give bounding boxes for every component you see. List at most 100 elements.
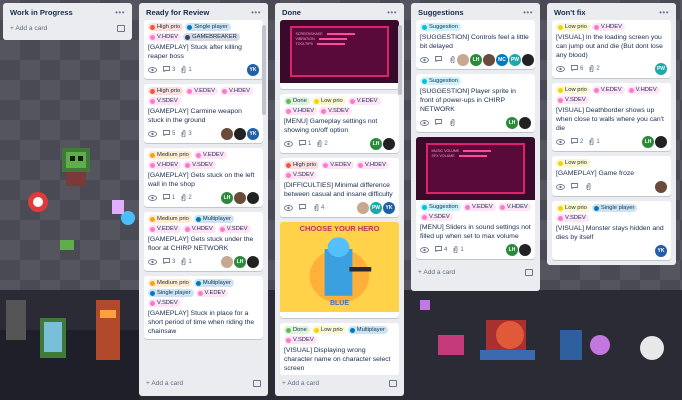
member-avatar[interactable]: YK bbox=[247, 128, 259, 140]
card[interactable]: High prio V.EDEV V.HDEV V.SDEV [GAMEPLAY] Ca… bbox=[144, 84, 263, 143]
member-avatar[interactable] bbox=[234, 128, 246, 140]
add-card-button[interactable]: + Add a card bbox=[275, 375, 404, 393]
card-label[interactable]: V.EDEV bbox=[193, 151, 227, 159]
card-label[interactable]: V.HDEV bbox=[591, 23, 625, 31]
card-label[interactable]: Low prio bbox=[311, 97, 346, 105]
member-avatar[interactable]: YK bbox=[383, 202, 395, 214]
card-label[interactable]: V.SDEV bbox=[148, 97, 181, 105]
card-template-icon[interactable] bbox=[389, 379, 397, 387]
card-template-icon[interactable] bbox=[525, 268, 533, 276]
card-label[interactable]: Done bbox=[284, 97, 310, 105]
list-menu-icon[interactable]: ••• bbox=[523, 8, 533, 17]
card-label[interactable]: V.SDEV bbox=[420, 213, 453, 221]
member-avatar[interactable]: LH bbox=[506, 244, 518, 256]
card-label[interactable]: Medium prio bbox=[148, 215, 192, 223]
card[interactable]: Done Low prio V.EDEV V.HDEV V.SDEV [MENU] Gam… bbox=[280, 94, 399, 153]
card[interactable]: Suggestion [SUGGESTION] Player sprite in … bbox=[416, 74, 535, 132]
list-menu-icon[interactable]: ••• bbox=[659, 8, 669, 17]
card-label[interactable]: V.HDEV bbox=[626, 86, 660, 94]
add-card-button[interactable]: + Add a card bbox=[411, 264, 540, 282]
card-label[interactable]: V.HDEV bbox=[355, 161, 389, 169]
member-avatar[interactable]: LH bbox=[370, 138, 382, 150]
card-label[interactable]: Suggestion bbox=[420, 77, 462, 85]
card[interactable]: Low prio Single player V.SDEV [VISUAL] Mons… bbox=[552, 201, 671, 260]
card-label[interactable]: Low prio bbox=[556, 204, 590, 212]
card-label[interactable]: V.HDEV bbox=[182, 225, 216, 233]
card-label[interactable]: V.EDEV bbox=[463, 203, 496, 211]
member-avatar[interactable]: PW bbox=[655, 63, 667, 75]
add-card-button[interactable]: + Add a card bbox=[139, 375, 268, 393]
card-label[interactable]: V.HDEV bbox=[219, 87, 253, 95]
card-template-icon[interactable] bbox=[117, 24, 125, 32]
card-label[interactable]: V.SDEV bbox=[556, 214, 589, 222]
member-avatar[interactable]: LH bbox=[506, 117, 518, 129]
card[interactable]: Medium prio V.EDEV V.HDEV V.SDEV [GAMEPLAY] … bbox=[144, 148, 263, 207]
card-label[interactable]: V.SDEV bbox=[319, 107, 352, 115]
member-avatar[interactable]: PW bbox=[370, 202, 382, 214]
card-label[interactable]: Single player bbox=[591, 204, 638, 212]
card-label[interactable]: V.SDEV bbox=[217, 225, 251, 233]
card-label[interactable]: Medium prio bbox=[148, 279, 192, 287]
card[interactable]: Suggestion [SUGGESTION] Controls feel a l… bbox=[416, 20, 535, 69]
member-avatar[interactable]: LH bbox=[234, 256, 246, 268]
member-avatar[interactable]: YK bbox=[247, 64, 259, 76]
card-label[interactable]: V.HDEV bbox=[148, 161, 182, 169]
card[interactable]: Low prio [GAMEPLAY] Game froze bbox=[552, 156, 671, 196]
card-label[interactable]: Low prio bbox=[556, 159, 590, 167]
member-avatar[interactable]: LH bbox=[642, 136, 654, 148]
card[interactable]: SCREENSHAKE VIBRATION TOOLTIPS bbox=[280, 20, 399, 89]
member-avatar[interactable] bbox=[519, 117, 531, 129]
list-menu-icon[interactable]: ••• bbox=[115, 8, 125, 17]
card-label[interactable]: Multiplayer bbox=[193, 215, 234, 223]
member-avatar[interactable] bbox=[655, 136, 667, 148]
card-label[interactable]: High prio bbox=[148, 23, 184, 31]
card-label[interactable]: V.EDEV bbox=[185, 87, 218, 95]
member-avatar[interactable]: LH bbox=[470, 54, 482, 66]
card-label[interactable]: V.HDEV bbox=[284, 107, 318, 115]
card-label[interactable]: V.SDEV bbox=[284, 171, 317, 179]
card-label[interactable]: V.EDEV bbox=[321, 161, 354, 169]
card-label[interactable]: V.SDEV bbox=[183, 161, 216, 169]
member-avatar[interactable] bbox=[383, 138, 395, 150]
card-label[interactable]: V.SDEV bbox=[556, 96, 589, 104]
member-avatar[interactable] bbox=[522, 54, 534, 66]
member-avatar[interactable] bbox=[357, 202, 369, 214]
member-avatar[interactable]: PW bbox=[509, 54, 521, 66]
card[interactable]: MUSIC VOLUME SFX VOLUME Suggestion V.EDEV V.… bbox=[416, 137, 535, 259]
list-menu-icon[interactable]: ••• bbox=[387, 8, 397, 17]
card-label[interactable]: V.HDEV bbox=[497, 203, 531, 211]
card-label[interactable]: Low prio bbox=[311, 326, 346, 334]
card-label[interactable]: V.EDEV bbox=[591, 86, 625, 94]
card-label[interactable]: V.EDEV bbox=[347, 97, 381, 105]
card-template-icon[interactable] bbox=[253, 379, 261, 387]
card[interactable]: High prio V.EDEV V.HDEV V.SDEV [DIFFICULTIES… bbox=[280, 158, 399, 217]
member-avatar[interactable]: YK bbox=[655, 245, 667, 257]
member-avatar[interactable] bbox=[519, 244, 531, 256]
card-label[interactable]: Multiplayer bbox=[347, 326, 388, 334]
member-avatar[interactable] bbox=[655, 181, 667, 193]
card[interactable]: Low prio V.HDEV [VISUAL] In the loading sc… bbox=[552, 20, 671, 78]
card-label[interactable]: Multiplayer bbox=[193, 279, 234, 287]
card-label[interactable]: Suggestion bbox=[420, 203, 462, 211]
card-label[interactable]: Suggestion bbox=[420, 23, 462, 31]
list-menu-icon[interactable]: ••• bbox=[251, 8, 261, 17]
card[interactable]: Done Low prio Multiplayer V.SDEV [VISUAL] Di… bbox=[280, 323, 399, 375]
scrollbar[interactable] bbox=[398, 25, 402, 95]
member-avatar[interactable]: LH bbox=[221, 192, 233, 204]
card[interactable]: CHOOSE YOUR HERO BLUE bbox=[280, 222, 399, 318]
card-label[interactable]: V.SDEV bbox=[284, 336, 317, 344]
member-avatar[interactable]: MC bbox=[496, 54, 508, 66]
card[interactable]: Low prio V.EDEV V.HDEV V.SDEV [VISUAL] Death… bbox=[552, 83, 671, 151]
card-label[interactable]: V.SDEV bbox=[148, 299, 181, 307]
member-avatar[interactable] bbox=[221, 256, 233, 268]
member-avatar[interactable] bbox=[221, 128, 233, 140]
card-label[interactable]: Done bbox=[284, 326, 310, 334]
member-avatar[interactable] bbox=[247, 192, 259, 204]
member-avatar[interactable] bbox=[483, 54, 495, 66]
add-card-button[interactable]: + Add a card bbox=[3, 20, 132, 38]
card-label[interactable]: Medium prio bbox=[148, 151, 192, 159]
card-label[interactable]: GAMEBREAKER bbox=[183, 33, 240, 41]
card-label[interactable]: High prio bbox=[148, 87, 184, 95]
card[interactable]: Medium prio Multiplayer Single player V.EDE… bbox=[144, 276, 263, 339]
card-label[interactable]: V.EDEV bbox=[195, 289, 229, 297]
